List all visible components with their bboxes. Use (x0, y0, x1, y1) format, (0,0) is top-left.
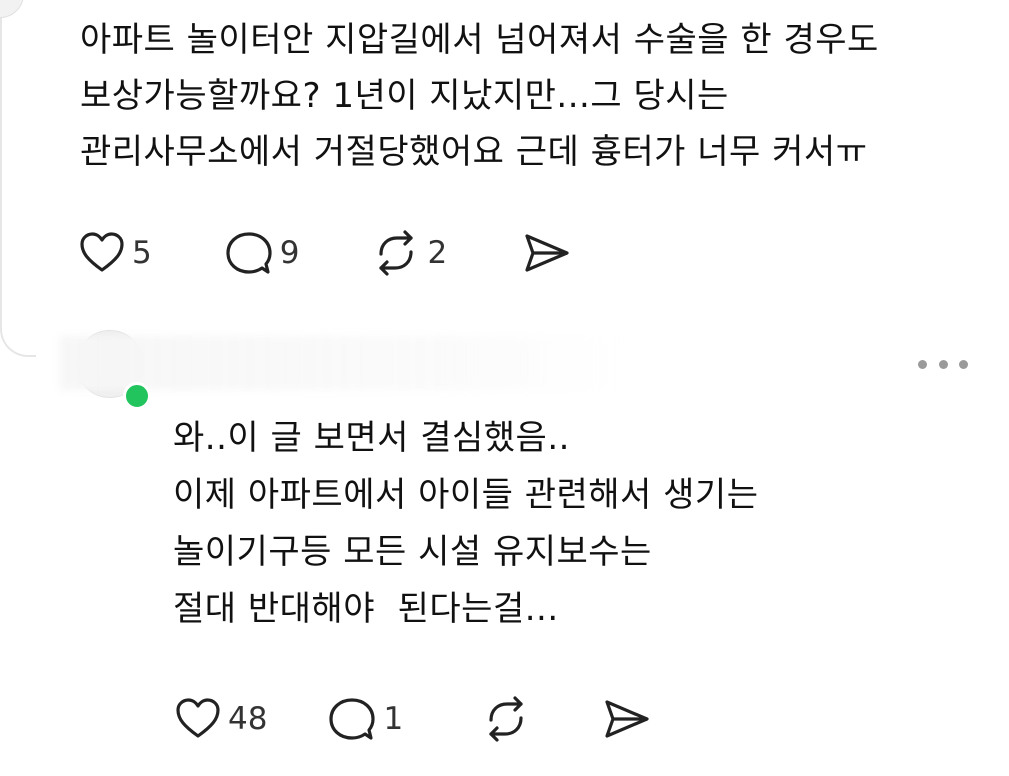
post-text-line: 보상가능할까요? 1년이 지났지만...그 당시는 (80, 76, 729, 116)
post-repost-button[interactable]: 2 (371, 228, 447, 278)
like-count: 48 (228, 701, 268, 737)
online-status-dot (123, 382, 151, 410)
comment-repost-button[interactable] (481, 694, 531, 744)
post-share-button[interactable] (521, 228, 571, 278)
heart-icon (80, 232, 124, 272)
send-icon (525, 234, 569, 272)
comment-text-line: 와..이 글 보면서 결심했음.. (173, 418, 570, 458)
more-options-icon (959, 359, 968, 369)
post-reply-button[interactable]: 9 (224, 228, 300, 278)
comment-reply-button[interactable]: 1 (327, 694, 403, 744)
comment-text-line: 절대 반대해야 된다는걸... (173, 589, 559, 629)
repost-count: 2 (427, 235, 448, 271)
thread-connector-line (0, 0, 36, 357)
heart-icon (176, 698, 220, 738)
post-body: 아파트 놀이터안 지압길에서 넘어져서 수술을 한 경우도 보상가능할까요? 1… (80, 12, 980, 180)
more-options-icon (918, 359, 927, 369)
more-options-button[interactable] (918, 350, 968, 378)
reply-count: 9 (279, 235, 300, 271)
comment-bubble-icon (226, 232, 272, 274)
like-count: 5 (132, 235, 152, 271)
send-icon (605, 700, 649, 738)
comment-text-line: 이제 아파트에서 아이들 관련해서 생기는 (173, 475, 759, 515)
comment-share-button[interactable] (601, 694, 651, 744)
blurred-username-area (60, 336, 615, 390)
comment-body: 와..이 글 보면서 결심했음.. 이제 아파트에서 아이들 관련해서 생기는 … (173, 410, 973, 638)
reply-count: 1 (383, 701, 404, 737)
post-action-bar: 5 9 2 (78, 228, 571, 278)
comment-bubble-icon (329, 698, 376, 740)
post-text-line: 관리사무소에서 거절당했어요 근데 흉터가 너무 커서ㅠ (80, 132, 868, 172)
post-like-button[interactable]: 5 (78, 229, 152, 277)
post-text-line: 아파트 놀이터안 지압길에서 넘어져서 수술을 한 경우도 (80, 20, 879, 60)
comment-like-button[interactable]: 48 (174, 695, 267, 743)
more-options-icon (938, 359, 948, 369)
repost-icon (379, 230, 414, 276)
comment-action-bar: 48 1 (174, 694, 651, 744)
comment-text-line: 놀이기구등 모든 시설 유지보수는 (173, 532, 652, 572)
repost-icon (489, 696, 523, 742)
